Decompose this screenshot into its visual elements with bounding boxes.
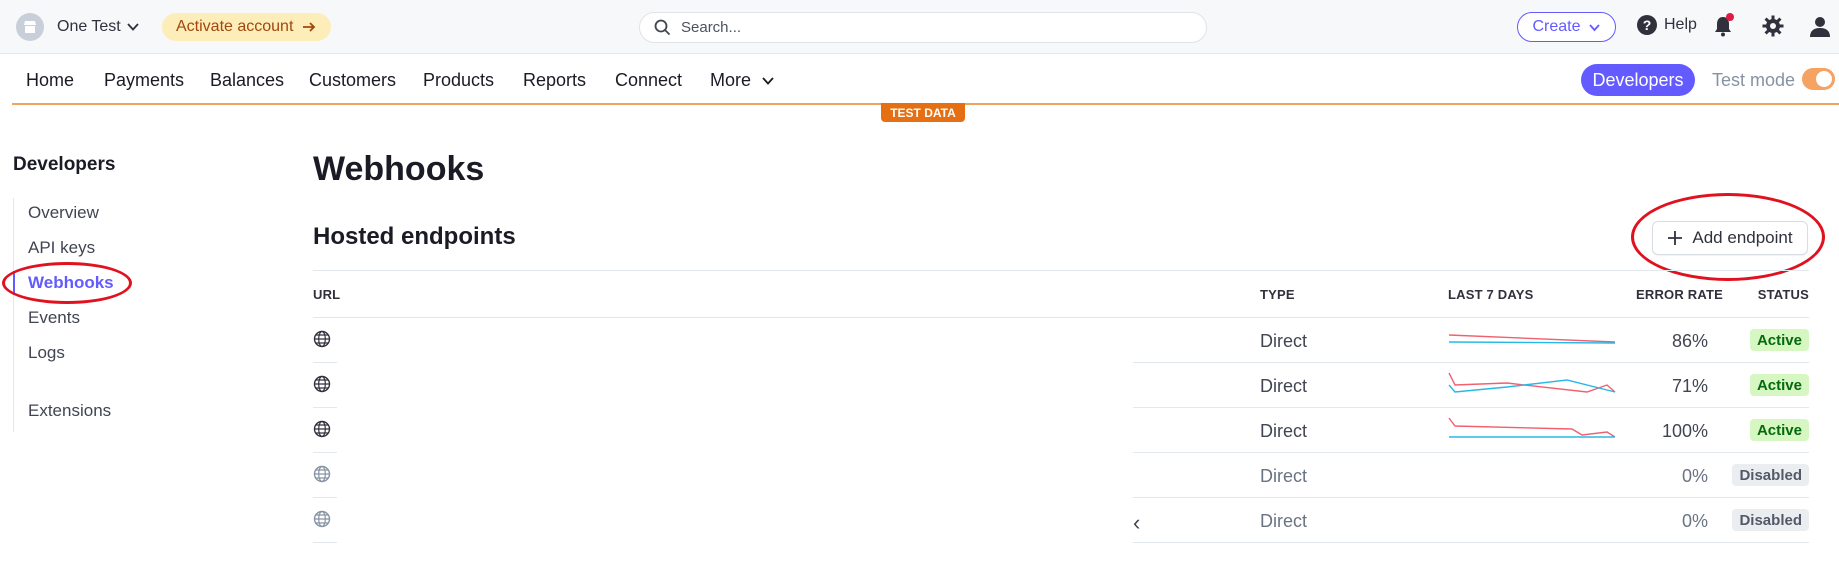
- nav-products[interactable]: Products: [423, 70, 494, 91]
- create-label: Create: [1532, 18, 1581, 35]
- row-error-rate: 100%: [1661, 421, 1708, 441]
- sidebar-item-webhooks[interactable]: Webhooks: [28, 273, 114, 293]
- row-error-rate: 0%: [1681, 466, 1708, 486]
- table-row[interactable]: Direct 0% Disabled: [313, 453, 1809, 498]
- user-icon[interactable]: [1808, 14, 1832, 38]
- sidebar-active-indicator: [13, 271, 15, 295]
- nav-payments[interactable]: Payments: [104, 70, 184, 91]
- search-icon: [654, 19, 671, 36]
- svg-text:?: ?: [1643, 17, 1652, 33]
- create-button[interactable]: Create: [1517, 12, 1616, 42]
- row-divider: [313, 542, 337, 543]
- gear-icon[interactable]: [1761, 14, 1785, 38]
- chevron-down-icon: [1588, 23, 1600, 31]
- sidebar-item-events[interactable]: Events: [28, 308, 80, 328]
- search-input[interactable]: [681, 19, 1181, 36]
- sidebar-item-extensions[interactable]: Extensions: [28, 401, 111, 421]
- sidebar-rule: [13, 198, 14, 432]
- table-row[interactable]: Direct 86% Active: [313, 318, 1809, 363]
- help-label: Help: [1664, 16, 1697, 33]
- chevron-down-icon: [762, 76, 774, 85]
- sparkline-error-series: [1448, 372, 1616, 393]
- status-badge: Active: [1749, 419, 1809, 441]
- arrow-right-icon: [303, 22, 316, 32]
- table-header: URL TYPE LAST 7 DAYS ERROR RATE STATUS: [313, 270, 1809, 318]
- pager-prev[interactable]: ‹: [1133, 510, 1140, 536]
- status-badge: Active: [1749, 374, 1809, 396]
- status-badge: Disabled: [1732, 464, 1809, 486]
- table-row[interactable]: Direct 0% Disabled: [313, 498, 1809, 543]
- search-bar[interactable]: [639, 12, 1207, 43]
- status-badge: Active: [1749, 329, 1809, 351]
- account-name[interactable]: One Test: [57, 18, 121, 36]
- globe-icon: [313, 465, 331, 483]
- main-nav: Home Payments Balances Customers Product…: [0, 54, 1839, 104]
- row-divider: [1133, 542, 1809, 543]
- globe-icon: [313, 330, 331, 348]
- help-circle-icon: ?: [1637, 15, 1657, 35]
- add-endpoint-label: Add endpoint: [1692, 228, 1793, 247]
- activate-account-button[interactable]: Activate account: [162, 13, 332, 41]
- nav-home[interactable]: Home: [26, 70, 74, 91]
- sparkline-success-series: [1448, 341, 1616, 344]
- sidebar-item-overview[interactable]: Overview: [28, 203, 99, 223]
- page-title: Webhooks: [313, 150, 485, 188]
- sparkline-last-7-days: [1448, 334, 1616, 344]
- row-error-rate: 86%: [1671, 331, 1708, 351]
- developers-button[interactable]: Developers: [1581, 64, 1695, 96]
- help-button[interactable]: ? Help: [1636, 14, 1697, 36]
- row-type: Direct: [1260, 511, 1308, 531]
- storefront-icon[interactable]: [16, 13, 44, 41]
- toggle-knob: [1816, 71, 1832, 87]
- table-row[interactable]: Direct 71% Active: [313, 363, 1809, 408]
- row-type: Direct: [1260, 421, 1308, 441]
- section-title: Hosted endpoints: [313, 223, 516, 250]
- activate-account-label: Activate account: [176, 18, 294, 35]
- sidebar-item-api-keys[interactable]: API keys: [28, 238, 95, 258]
- row-type: Direct: [1260, 466, 1308, 486]
- sparkline-error-series: [1448, 417, 1616, 438]
- nav-more-label: More: [710, 70, 752, 90]
- test-mode-toggle[interactable]: [1802, 68, 1835, 90]
- col-last-7-days[interactable]: LAST 7 DAYS: [1448, 287, 1534, 302]
- test-data-badge: TEST DATA: [881, 103, 965, 122]
- nav-balances[interactable]: Balances: [210, 70, 284, 91]
- nav-connect[interactable]: Connect: [615, 70, 682, 91]
- globe-icon: [313, 510, 331, 528]
- globe-icon: [313, 420, 331, 438]
- sparkline-error-series: [1448, 334, 1616, 343]
- globe-icon: [313, 375, 331, 393]
- row-error-rate: 71%: [1671, 376, 1708, 396]
- nav-customers[interactable]: Customers: [309, 70, 396, 91]
- top-bar: One Test Activate account Create ? Help: [0, 0, 1839, 54]
- test-mode-label: Test mode: [1712, 70, 1796, 90]
- sidebar-item-logs[interactable]: Logs: [28, 343, 65, 363]
- sparkline-last-7-days: [1448, 372, 1616, 393]
- add-endpoint-button[interactable]: Add endpoint: [1652, 221, 1808, 255]
- chevron-down-icon[interactable]: [126, 20, 140, 34]
- nav-more[interactable]: More: [710, 70, 775, 91]
- col-status[interactable]: STATUS: [1758, 287, 1809, 302]
- status-badge: Disabled: [1732, 509, 1809, 531]
- row-type: Direct: [1260, 331, 1308, 351]
- sparkline-last-7-days: [1448, 417, 1616, 438]
- table-row[interactable]: Direct 100% Active: [313, 408, 1809, 453]
- plus-icon: [1668, 231, 1683, 245]
- row-error-rate: 0%: [1681, 511, 1708, 531]
- col-type[interactable]: TYPE: [1260, 287, 1295, 302]
- col-url[interactable]: URL: [313, 287, 340, 302]
- col-error-rate[interactable]: ERROR RATE: [1636, 287, 1723, 302]
- row-type: Direct: [1260, 376, 1308, 396]
- nav-reports[interactable]: Reports: [523, 70, 586, 91]
- notification-dot: [1726, 13, 1734, 21]
- sidebar-title: Developers: [13, 154, 116, 175]
